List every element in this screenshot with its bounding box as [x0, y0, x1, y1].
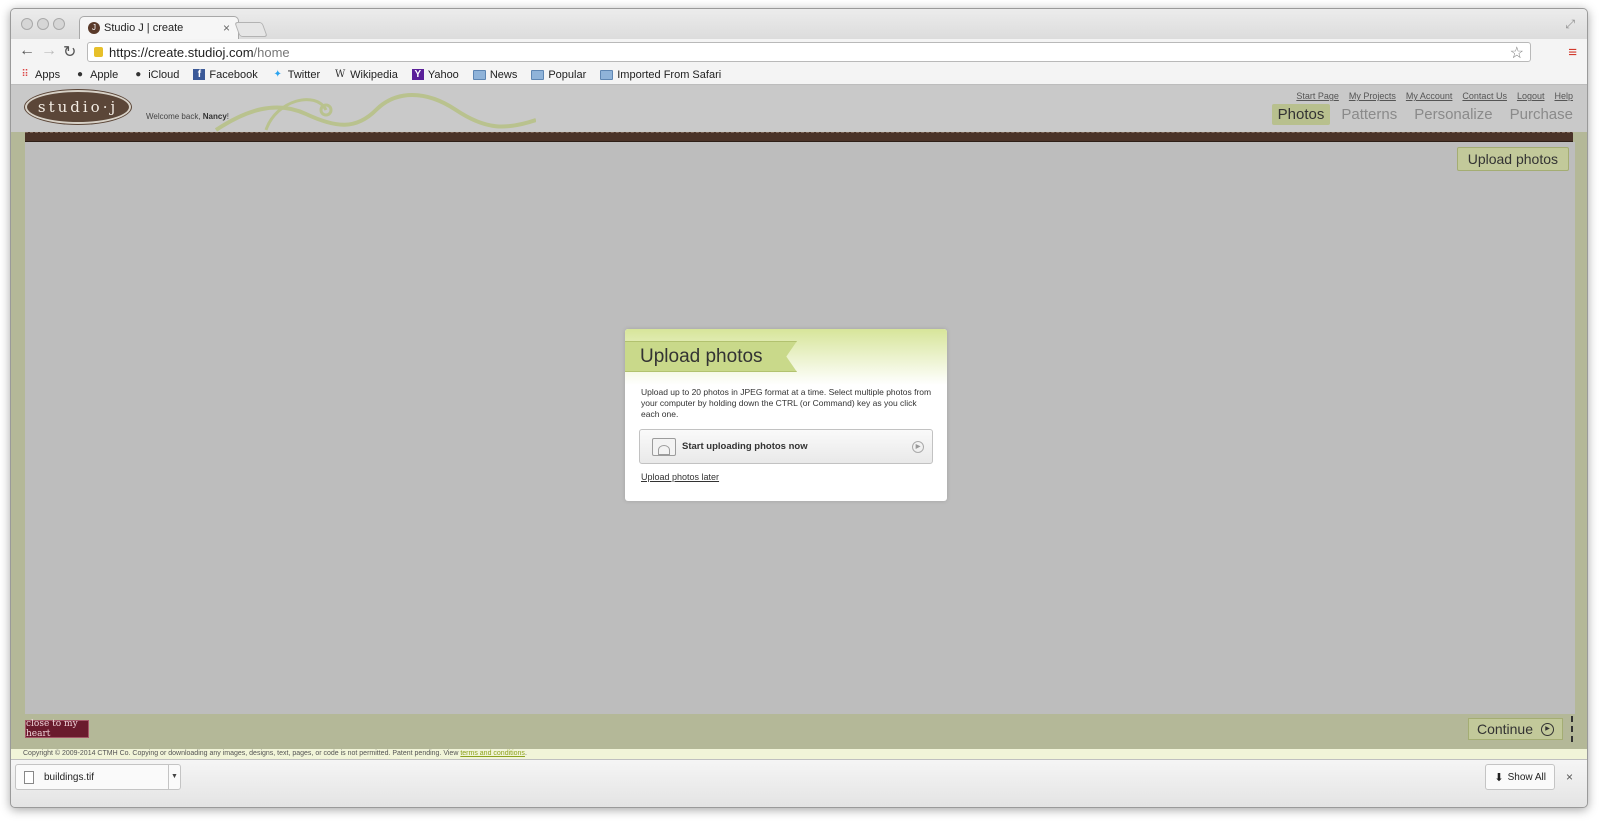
continue-label: Continue	[1476, 721, 1533, 737]
new-tab-button[interactable]	[234, 22, 268, 37]
url-path: /home	[253, 44, 290, 60]
bookmark-twitter[interactable]: ✦ Twitter	[272, 69, 321, 81]
upload-later-link[interactable]: Upload photos later	[641, 472, 719, 482]
close-to-my-heart-logo[interactable]: close to my heart	[25, 719, 89, 739]
bookmark-apple[interactable]: ● Apple	[74, 69, 118, 81]
play-circle-icon: ▶	[912, 441, 924, 453]
close-window-icon[interactable]	[21, 18, 33, 30]
folder-icon	[600, 69, 614, 80]
account-links: Start Page My Projects My Account Contac…	[1296, 91, 1573, 101]
terms-link[interactable]: terms and conditions	[460, 750, 525, 757]
browser-window: J Studio J | create × ⤢ ← → ↻ https:// c…	[10, 8, 1588, 808]
page-footer-bar: close to my heart Continue ▶	[11, 714, 1587, 749]
facebook-icon: f	[193, 69, 206, 80]
logout-link[interactable]: Logout	[1517, 91, 1545, 101]
my-account-link[interactable]: My Account	[1406, 91, 1453, 101]
close-tab-icon[interactable]: ×	[223, 21, 230, 35]
fullscreen-icon[interactable]: ⤢	[1565, 17, 1575, 32]
dialog-title: Upload photos	[625, 341, 797, 372]
site-header: studio·j Welcome back, Nancy! Start Page…	[11, 86, 1587, 132]
studio-j-logo[interactable]: studio·j	[25, 90, 131, 124]
twitter-icon: ✦	[273, 69, 282, 80]
nav-photos[interactable]: Photos	[1271, 104, 1331, 125]
bookmark-folder-news[interactable]: News	[472, 69, 517, 81]
play-circle-icon: ▶	[1541, 722, 1554, 736]
browser-toolbar: ← → ↻ https:// create.studioj.com /home …	[11, 39, 1587, 65]
bookmarks-bar: ⠿ Apps ● Apple ● iCloud f Facebook ✦ Twitter …	[11, 65, 1587, 85]
bookmark-yahoo[interactable]: Y Yahoo	[411, 69, 459, 81]
start-uploading-label: Start uploading photos now	[682, 441, 808, 452]
back-icon[interactable]: ←	[19, 42, 35, 60]
bookmark-folder-imported[interactable]: Imported From Safari	[600, 69, 721, 81]
bookmark-wikipedia[interactable]: W Wikipedia	[334, 69, 398, 81]
tab-strip: J Studio J | create × ⤢	[11, 9, 1587, 39]
close-shelf-icon[interactable]: ×	[1566, 770, 1573, 784]
continue-button[interactable]: Continue ▶	[1467, 718, 1563, 740]
nav-purchase[interactable]: Purchase	[1504, 104, 1579, 125]
my-projects-link[interactable]: My Projects	[1349, 91, 1396, 101]
url-host: create.studioj.com	[148, 44, 254, 60]
apps-grid-icon: ⠿	[21, 69, 29, 80]
copyright-notice: Copyright © 2009-2014 CTMH Co. Copying o…	[11, 749, 1587, 759]
forward-icon[interactable]: →	[41, 42, 57, 60]
apple-icon: ●	[77, 69, 84, 80]
nav-patterns[interactable]: Patterns	[1335, 104, 1403, 125]
reload-icon[interactable]: ↻	[63, 42, 76, 62]
wikipedia-icon: W	[334, 69, 346, 80]
welcome-message: Welcome back, Nancy!	[146, 112, 230, 121]
help-link[interactable]: Help	[1554, 91, 1573, 101]
download-file-name: buildings.tif	[44, 771, 95, 783]
upload-photos-dialog: Upload photos Upload up to 20 photos in …	[625, 329, 947, 501]
bookmark-facebook[interactable]: f Facebook	[193, 69, 258, 81]
bookmark-star-icon[interactable]: ☆	[1510, 43, 1524, 63]
download-arrow-icon: ⬇	[1494, 771, 1504, 784]
file-icon	[24, 770, 34, 784]
stitched-divider	[25, 132, 1575, 142]
contact-us-link[interactable]: Contact Us	[1462, 91, 1507, 101]
zoom-window-icon[interactable]	[53, 18, 65, 30]
main-nav: Photos Patterns Personalize Purchase	[1267, 104, 1579, 125]
frame-right	[1573, 132, 1587, 749]
upload-photos-button[interactable]: Upload photos	[1456, 147, 1569, 171]
bookmark-apps[interactable]: ⠿ Apps	[19, 69, 60, 81]
start-page-link[interactable]: Start Page	[1296, 91, 1339, 101]
photo-upload-icon	[652, 437, 676, 456]
lock-icon	[94, 47, 103, 57]
frame-left	[11, 132, 25, 749]
url-protocol: https://	[109, 44, 149, 60]
apple-icon: ●	[135, 69, 142, 80]
user-name: Nancy	[202, 112, 227, 121]
web-page: studio·j Welcome back, Nancy! Start Page…	[11, 86, 1587, 749]
bookmark-icloud[interactable]: ● iCloud	[132, 69, 179, 81]
minimize-window-icon[interactable]	[37, 18, 49, 30]
workspace: Upload photos Upload photos Upload up to…	[25, 142, 1575, 714]
nav-personalize[interactable]: Personalize	[1408, 104, 1498, 125]
download-item[interactable]: buildings.tif ▼	[15, 764, 181, 790]
chevron-down-icon[interactable]: ▼	[168, 765, 180, 789]
yahoo-icon: Y	[411, 69, 424, 80]
folder-icon	[472, 69, 486, 80]
show-all-downloads-button[interactable]: ⬇ Show All	[1485, 764, 1555, 790]
start-uploading-button[interactable]: Start uploading photos now ▶	[639, 429, 933, 464]
address-bar[interactable]: https:// create.studioj.com /home ☆	[87, 42, 1531, 62]
chrome-menu-icon[interactable]: ≡	[1568, 44, 1577, 61]
tab-title: Studio J | create	[104, 22, 184, 34]
bookmark-folder-popular[interactable]: Popular	[531, 69, 586, 81]
tab-studio-j[interactable]: J Studio J | create ×	[79, 16, 239, 39]
decorative-swirl-icon	[214, 93, 536, 132]
dashed-divider	[1571, 716, 1573, 742]
download-shelf: buildings.tif ▼ ⬇ Show All ×	[11, 759, 1587, 807]
folder-icon	[531, 69, 545, 80]
dialog-description: Upload up to 20 photos in JPEG format at…	[641, 387, 932, 419]
studio-j-favicon-icon: J	[88, 22, 100, 34]
